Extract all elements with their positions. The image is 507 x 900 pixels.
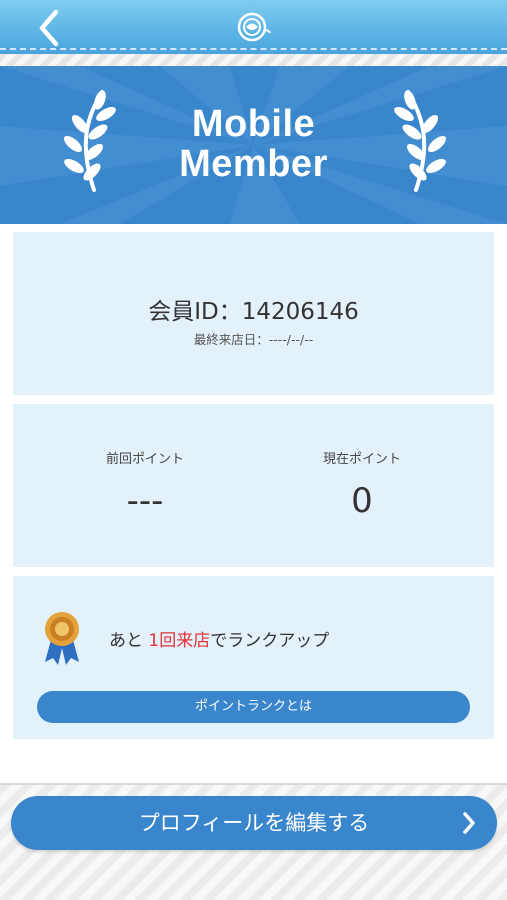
rank-text-suffix: でランクアップ [210, 631, 330, 651]
member-info-card: 会員ID：14206146 最終来店日：----/--/-- [13, 232, 494, 395]
rank-card: あと 1回来店でランクアップ ポイントランクとは [13, 576, 494, 739]
top-navigation-bar [0, 0, 507, 54]
edit-profile-label: プロフィールを編集する [138, 811, 370, 835]
chevron-left-icon [39, 9, 59, 47]
member-id: 会員ID：14206146 [148, 299, 359, 325]
rank-up-message: あと 1回来店でランクアップ [109, 626, 329, 651]
app-logo-icon [234, 10, 272, 44]
previous-points-label: 前回ポイント [105, 452, 184, 467]
previous-points-value: --- [126, 481, 164, 521]
rank-text-prefix: あと [109, 631, 149, 651]
edit-profile-button[interactable]: プロフィールを編集する [11, 796, 497, 850]
member-banner: Mobile Member [0, 66, 507, 224]
medal-icon [45, 612, 79, 665]
chevron-right-icon [463, 812, 475, 834]
rank-visits-needed: 1回来店 [148, 631, 211, 651]
header-stripe [0, 54, 507, 66]
last-visit-date: 最終来店日：----/--/-- [193, 332, 314, 347]
current-points-value: 0 [351, 481, 373, 521]
point-rank-info-button[interactable]: ポイントランクとは [37, 691, 470, 723]
back-button[interactable] [30, 8, 70, 48]
points-card: 前回ポイント --- 現在ポイント 0 [13, 404, 494, 567]
laurel-right-icon [394, 90, 447, 192]
current-points-label: 現在ポイント [322, 452, 401, 467]
